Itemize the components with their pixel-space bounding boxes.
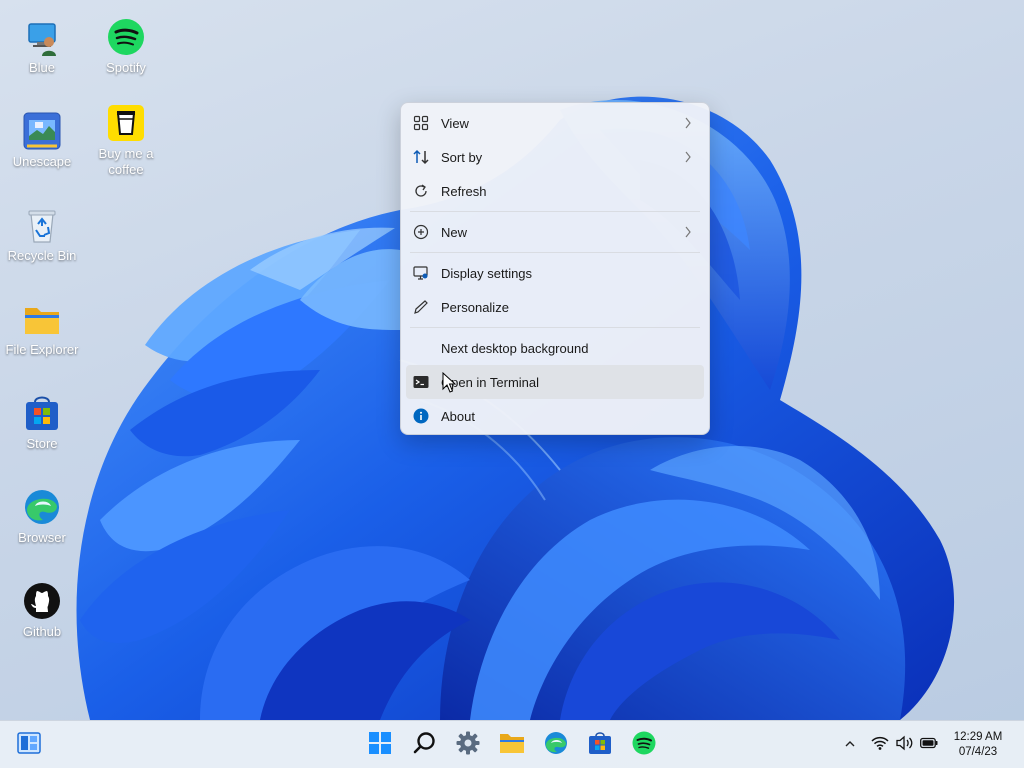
sort-arrows-icon	[413, 149, 429, 165]
taskbar-clock[interactable]: 12:29 AM 07/4/23	[948, 730, 1008, 760]
chevron-right-icon	[684, 226, 692, 238]
menu-item-label: About	[441, 409, 475, 424]
menu-item-personalize[interactable]: Personalize	[406, 290, 704, 324]
start-button[interactable]	[363, 729, 397, 761]
clock-date: 07/4/23	[958, 746, 998, 758]
widgets-icon	[17, 731, 41, 759]
desktop-icon-recycle-bin[interactable]: Recycle Bin	[0, 188, 84, 276]
pen-icon	[413, 299, 429, 315]
menu-item-view[interactable]: View	[406, 106, 704, 140]
desktop-icon-browser[interactable]: Browser	[0, 470, 84, 558]
desktop-icon-store[interactable]: Store	[0, 376, 84, 464]
desktop-icon-file-explorer[interactable]: File Explorer	[0, 282, 84, 370]
menu-item-label: Refresh	[441, 184, 487, 199]
edge-browser-icon	[544, 731, 568, 760]
desktop-icon-spotify[interactable]: Spotify	[84, 0, 168, 88]
search-icon	[413, 731, 437, 760]
desktop-icon-label: Buy me a coffee	[98, 146, 154, 177]
menu-item-refresh[interactable]: Refresh	[406, 174, 704, 208]
store-icon	[23, 394, 61, 432]
menu-separator	[410, 252, 700, 253]
user-computer-icon	[23, 18, 61, 56]
edge-browser-icon	[23, 488, 61, 526]
windows-start-icon	[368, 731, 392, 760]
spotify-button[interactable]	[627, 729, 661, 761]
menu-separator	[410, 327, 700, 328]
menu-item-about[interactable]: About	[406, 399, 704, 433]
grid-view-icon	[413, 115, 429, 131]
unescape-app-icon	[23, 112, 61, 150]
mouse-cursor-icon	[442, 371, 457, 394]
desktop-icon-label: Spotify	[106, 60, 146, 75]
menu-item-label: New	[441, 225, 468, 240]
coffee-cup-icon	[107, 104, 145, 142]
settings-button[interactable]	[451, 729, 485, 761]
desktop-icon-label: File Explorer	[5, 342, 79, 357]
battery-button[interactable]	[920, 735, 938, 755]
clock-time: 12:29 AM	[953, 731, 1003, 743]
desktop-icon-unescape[interactable]: Unescape	[0, 94, 84, 182]
desktop-icon-label: Github	[22, 624, 62, 639]
taskbar: 12:29 AM 07/4/23	[0, 720, 1024, 768]
refresh-icon	[413, 183, 429, 199]
settings-gear-icon	[456, 731, 480, 760]
desktop-icon-label: Browser	[18, 530, 66, 545]
chevron-right-icon	[684, 117, 692, 129]
desktop-icon-blue[interactable]: Blue	[0, 0, 84, 88]
browser-button[interactable]	[539, 729, 573, 761]
info-icon	[413, 408, 429, 424]
desktop-icon-buy-me-a-coffee[interactable]: Buy me a coffee	[84, 86, 168, 177]
desktop-icon-label: Recycle Bin	[7, 248, 77, 263]
wifi-icon	[871, 735, 889, 756]
store-icon	[588, 731, 612, 760]
volume-icon	[896, 735, 914, 756]
plus-circle-icon	[413, 224, 429, 240]
desktop-icon-github[interactable]: Github	[0, 564, 84, 652]
chevron-up-icon	[844, 736, 856, 754]
spotify-icon	[632, 731, 656, 760]
spotify-icon	[107, 18, 145, 56]
github-icon	[23, 582, 61, 620]
desktop-icon-label: Blue	[28, 60, 56, 75]
file-explorer-button[interactable]	[495, 729, 529, 761]
menu-item-label: Personalize	[441, 300, 509, 315]
search-button[interactable]	[408, 729, 442, 761]
file-explorer-icon	[499, 732, 525, 759]
store-button[interactable]	[583, 729, 617, 761]
menu-item-new[interactable]: New	[406, 215, 704, 249]
network-button[interactable]	[871, 735, 889, 755]
menu-item-sort-by[interactable]: Sort by	[406, 140, 704, 174]
menu-separator	[410, 211, 700, 212]
desktop-icon-label: Unescape	[12, 154, 72, 169]
menu-item-label: Sort by	[441, 150, 483, 165]
menu-item-label: Next desktop background	[441, 341, 589, 356]
menu-item-next-desktop-background[interactable]: Next desktop background	[406, 331, 704, 365]
terminal-icon	[413, 374, 429, 390]
menu-item-label: View	[441, 116, 469, 131]
widgets-button[interactable]	[12, 729, 46, 761]
menu-item-label: Display settings	[441, 266, 533, 281]
chevron-right-icon	[684, 151, 692, 163]
recycle-bin-icon	[23, 206, 61, 244]
battery-icon	[920, 736, 938, 754]
folder-icon	[23, 300, 61, 338]
show-hidden-icons-button[interactable]	[844, 735, 856, 755]
menu-item-display-settings[interactable]: Display settings	[406, 256, 704, 290]
desktop-icon-label: Store	[26, 436, 58, 451]
volume-button[interactable]	[896, 735, 914, 755]
display-settings-icon	[413, 265, 429, 281]
